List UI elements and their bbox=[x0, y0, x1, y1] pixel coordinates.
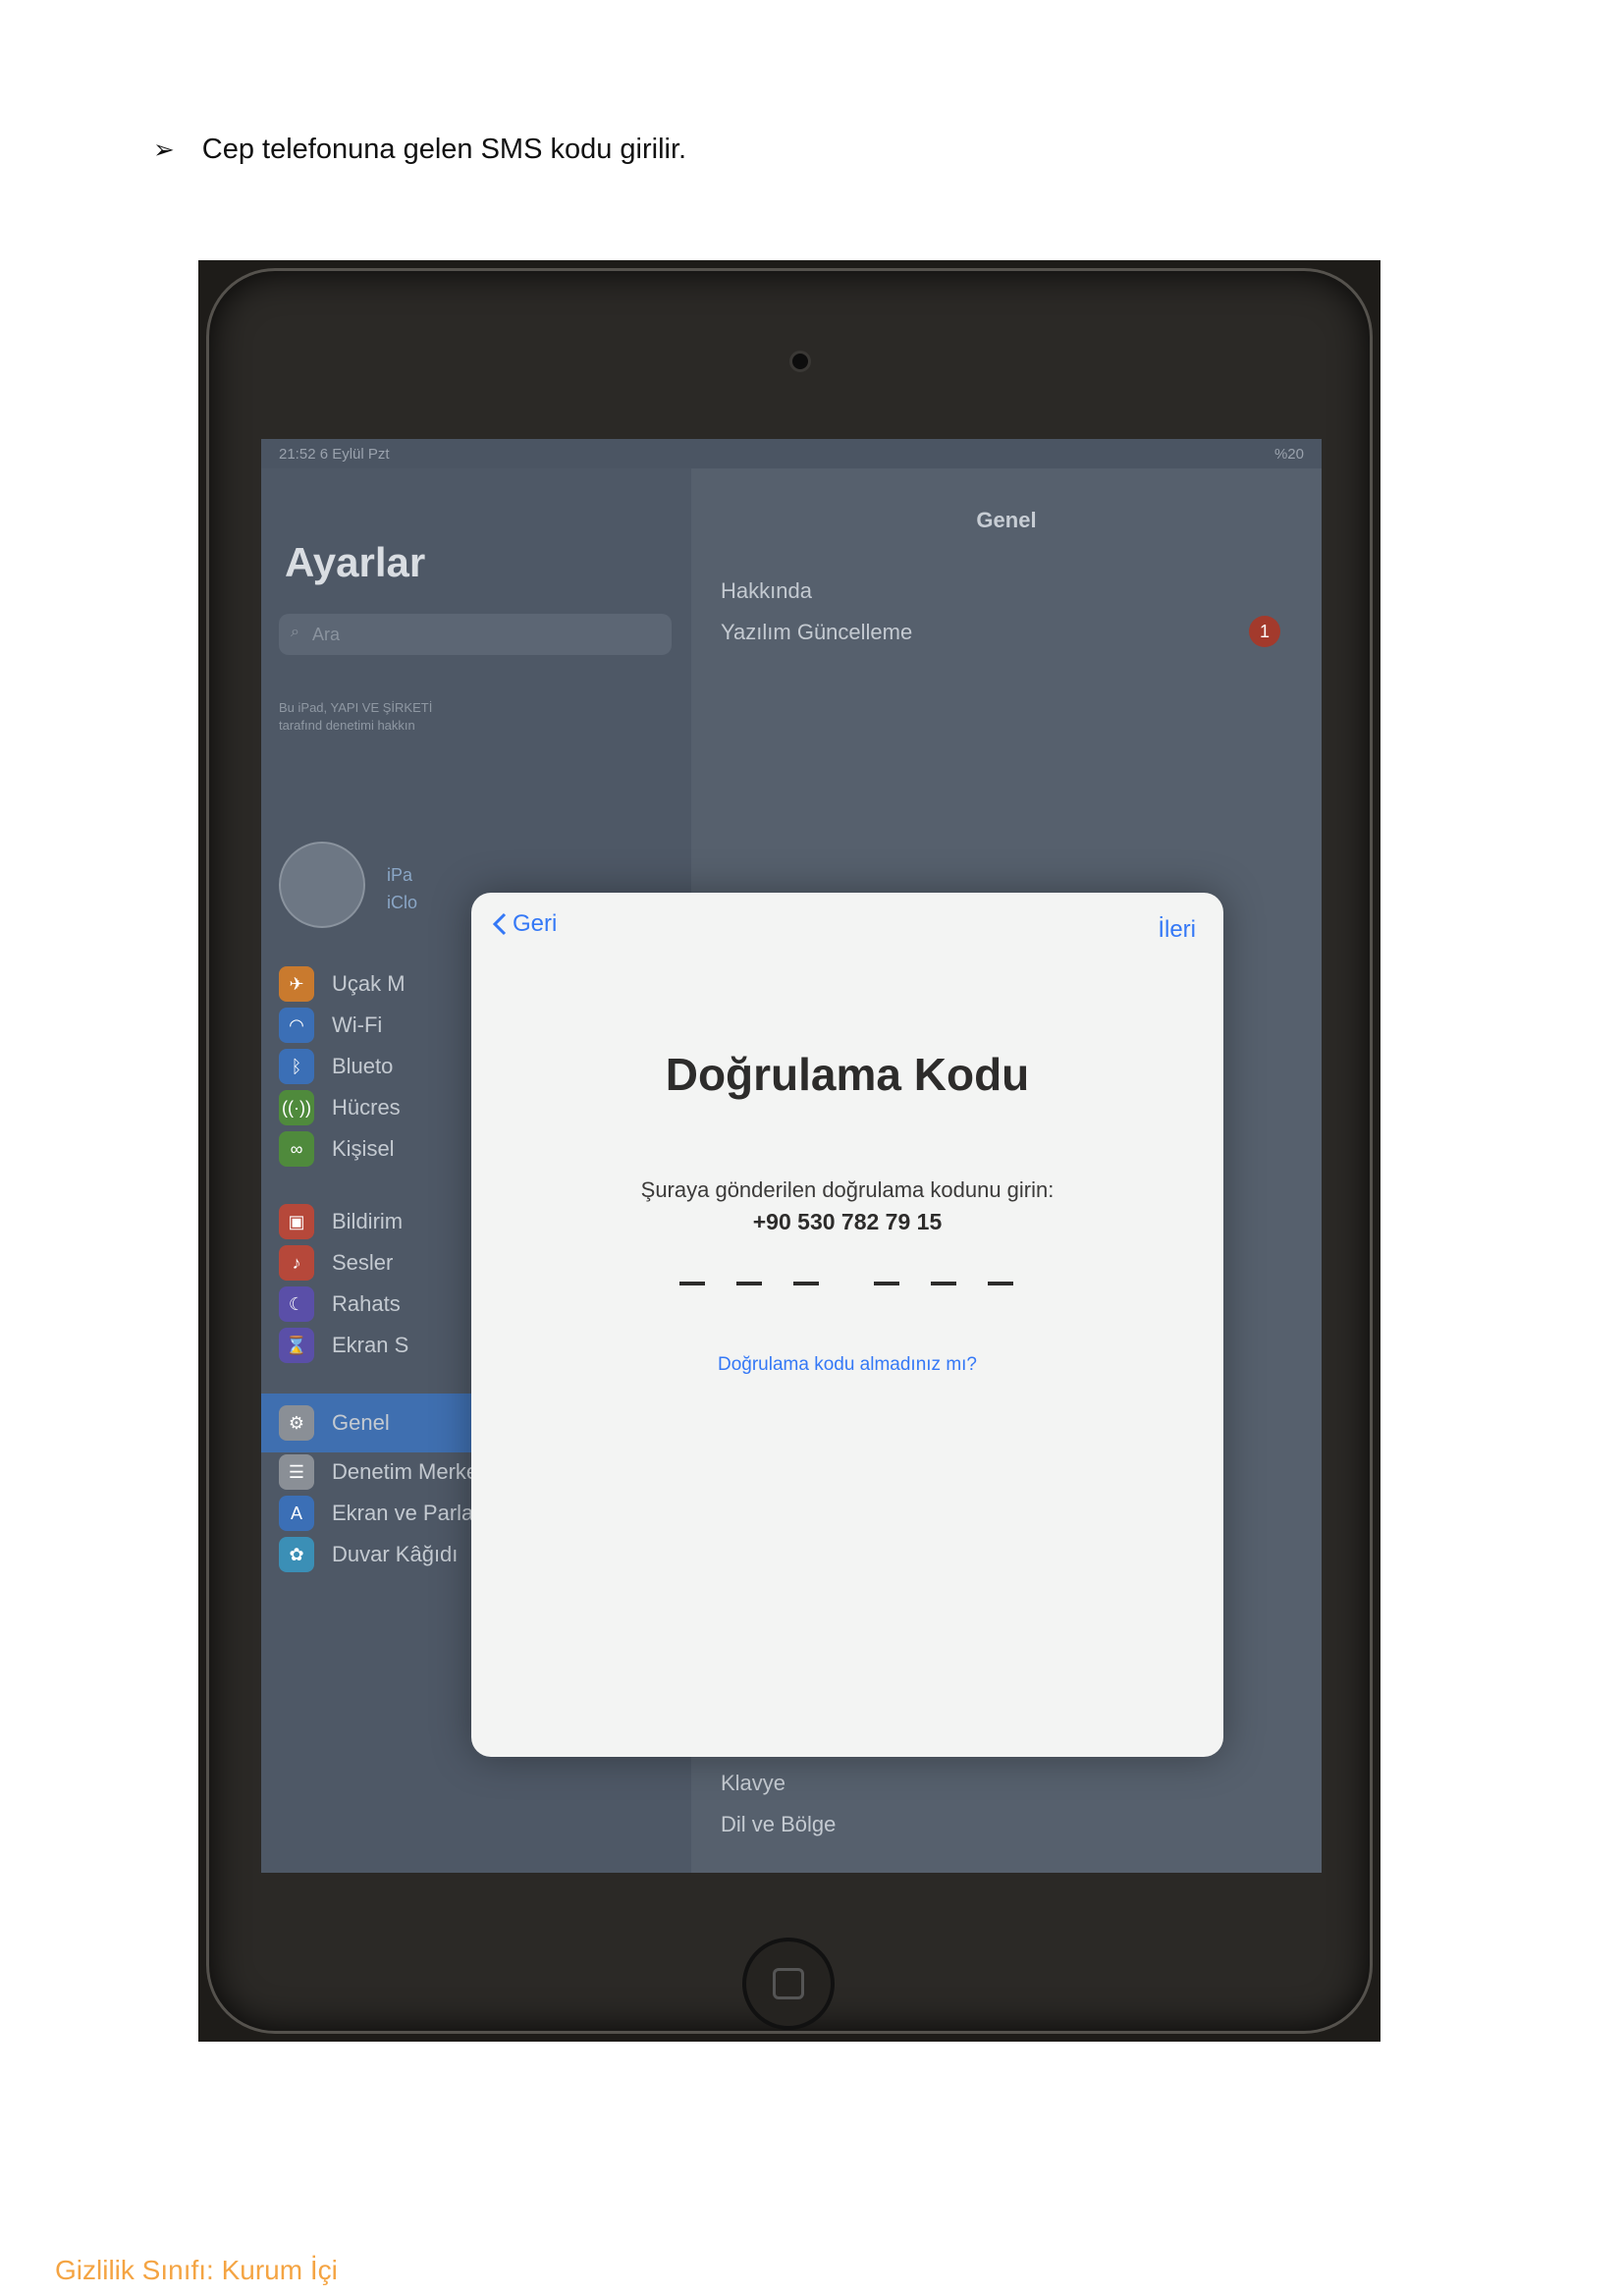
home-button[interactable] bbox=[742, 1938, 835, 2030]
sidebar-item-label: Kişisel bbox=[332, 1136, 395, 1161]
code-digit-slot bbox=[988, 1282, 1013, 1285]
resend-code-link[interactable]: Doğrulama kodu almadınız mı? bbox=[471, 1354, 1223, 1376]
hotspot-icon: ∞ bbox=[279, 1131, 314, 1167]
status-battery: %20 bbox=[1273, 445, 1304, 463]
sidebar-item-label: Blueto bbox=[332, 1054, 394, 1078]
sidebar-item-label: Hücres bbox=[332, 1095, 401, 1120]
front-camera-icon bbox=[789, 351, 811, 372]
sidebar-item[interactable]: ⌛ Ekran S bbox=[279, 1326, 408, 1365]
ipad-photo: 21:52 6 Eylül Pzt %20 Ayarlar ⌕ Ara Bu i… bbox=[198, 260, 1380, 2042]
back-button[interactable]: Geri bbox=[493, 910, 557, 938]
ipad-device: 21:52 6 Eylül Pzt %20 Ayarlar ⌕ Ara Bu i… bbox=[206, 268, 1373, 2034]
instruction-text: Cep telefonuna gelen SMS kodu girilir. bbox=[201, 134, 687, 165]
detail-row-label: Yazılım Güncelleme bbox=[721, 620, 913, 644]
back-label: Geri bbox=[513, 910, 558, 937]
detail-row[interactable]: Hakkında bbox=[721, 578, 1290, 604]
sidebar-item[interactable]: ((·)) Hücres bbox=[279, 1088, 401, 1127]
code-digit-slot bbox=[736, 1282, 762, 1285]
bluetooth-icon: ᛒ bbox=[279, 1049, 314, 1084]
detail-row[interactable]: Yazılım Güncelleme 1 bbox=[721, 616, 1290, 647]
code-digit-slot bbox=[793, 1282, 819, 1285]
modal-title: Doğrulama Kodu bbox=[665, 1049, 1030, 1100]
sidebar-item[interactable]: ✿ Duvar Kâğıdı bbox=[279, 1535, 458, 1574]
arrow-bullet-icon: ➢ bbox=[153, 135, 175, 164]
verification-code-modal: Geri İleri Doğrulama Kodu Şuraya gönderi… bbox=[471, 893, 1223, 1757]
moon-icon: ☾ bbox=[279, 1286, 314, 1322]
wifi-icon: ◠ bbox=[279, 1008, 314, 1043]
code-digit-slot bbox=[874, 1282, 899, 1285]
sidebar-item-label: Duvar Kâğıdı bbox=[332, 1542, 459, 1566]
detail-row-label: Hakkında bbox=[721, 578, 812, 603]
sidebar-item[interactable]: ♪ Sesler bbox=[279, 1243, 393, 1283]
hourglass-icon: ⌛ bbox=[279, 1328, 314, 1363]
avatar[interactable] bbox=[279, 842, 365, 928]
supervision-note: Bu iPad, YAPI VE ŞİRKETİ tarafınd deneti… bbox=[279, 700, 433, 733]
text-size-icon: A bbox=[279, 1496, 314, 1531]
modal-subtitle: Şuraya gönderilen doğrulama kodunu girin… bbox=[640, 1177, 1055, 1202]
switches-icon: ☰ bbox=[279, 1454, 314, 1490]
status-time-date: 21:52 6 Eylül Pzt bbox=[279, 445, 390, 463]
sidebar-item[interactable]: ▣ Bildirim bbox=[279, 1202, 403, 1241]
search-input[interactable]: ⌕ Ara bbox=[279, 614, 672, 655]
search-placeholder: Ara bbox=[312, 624, 341, 644]
gear-icon: ⚙ bbox=[279, 1405, 314, 1441]
antenna-icon: ((·)) bbox=[279, 1090, 314, 1125]
home-square-icon bbox=[773, 1968, 804, 1999]
sidebar-item[interactable]: ᛒ Blueto bbox=[279, 1047, 393, 1086]
sidebar-item[interactable]: ✈ Uçak M bbox=[279, 964, 406, 1004]
account-name: iPa bbox=[387, 865, 413, 885]
settings-title: Ayarlar bbox=[285, 539, 426, 585]
sidebar-item-label: Ekran S bbox=[332, 1333, 409, 1357]
code-digit-slot bbox=[931, 1282, 956, 1285]
sidebar-item[interactable]: ◠ Wi-Fi bbox=[279, 1006, 382, 1045]
sidebar-item-label: Wi-Fi bbox=[332, 1012, 383, 1037]
sidebar-item[interactable]: ☾ Rahats bbox=[279, 1285, 401, 1324]
sidebar-item-label: Bildirim bbox=[332, 1209, 404, 1233]
sidebar-item-label: Sesler bbox=[332, 1250, 394, 1275]
sidebar-item-label: Rahats bbox=[332, 1291, 401, 1316]
instruction-line: ➢ Cep telefonuna gelen SMS kodu girilir. bbox=[153, 134, 686, 166]
detail-title: Genel bbox=[976, 508, 1037, 532]
ipad-screen: 21:52 6 Eylül Pzt %20 Ayarlar ⌕ Ara Bu i… bbox=[261, 439, 1322, 1873]
detail-row[interactable]: Klavye bbox=[721, 1771, 785, 1796]
update-badge: 1 bbox=[1249, 616, 1280, 647]
sidebar-item-label: Denetim Merkezi bbox=[332, 1459, 495, 1484]
airplane-icon: ✈ bbox=[279, 966, 314, 1002]
sidebar-item-label: Genel bbox=[332, 1410, 390, 1435]
detail-row[interactable]: Dil ve Bölge bbox=[721, 1812, 836, 1837]
notifications-icon: ▣ bbox=[279, 1204, 314, 1239]
sidebar-item[interactable]: ☰ Denetim Merkezi bbox=[279, 1452, 494, 1492]
classification-footer: Gizlilik Sınıfı: Kurum İçi bbox=[55, 2255, 338, 2285]
speaker-icon: ♪ bbox=[279, 1245, 314, 1281]
sidebar-item[interactable]: ∞ Kişisel bbox=[279, 1129, 395, 1169]
account-info[interactable]: iPa iClo bbox=[387, 861, 417, 916]
flower-icon: ✿ bbox=[279, 1537, 314, 1572]
verification-code-input[interactable] bbox=[679, 1282, 1045, 1285]
code-digit-slot bbox=[679, 1282, 705, 1285]
sidebar-item-label: Uçak M bbox=[332, 971, 406, 996]
status-bar: 21:52 6 Eylül Pzt %20 bbox=[261, 439, 1322, 468]
account-sub: iClo bbox=[387, 893, 418, 912]
phone-number: +90 530 782 79 15 bbox=[752, 1209, 943, 1234]
next-button[interactable]: İleri bbox=[1158, 916, 1196, 944]
chevron-left-icon bbox=[493, 912, 507, 936]
search-icon: ⌕ bbox=[291, 624, 299, 640]
